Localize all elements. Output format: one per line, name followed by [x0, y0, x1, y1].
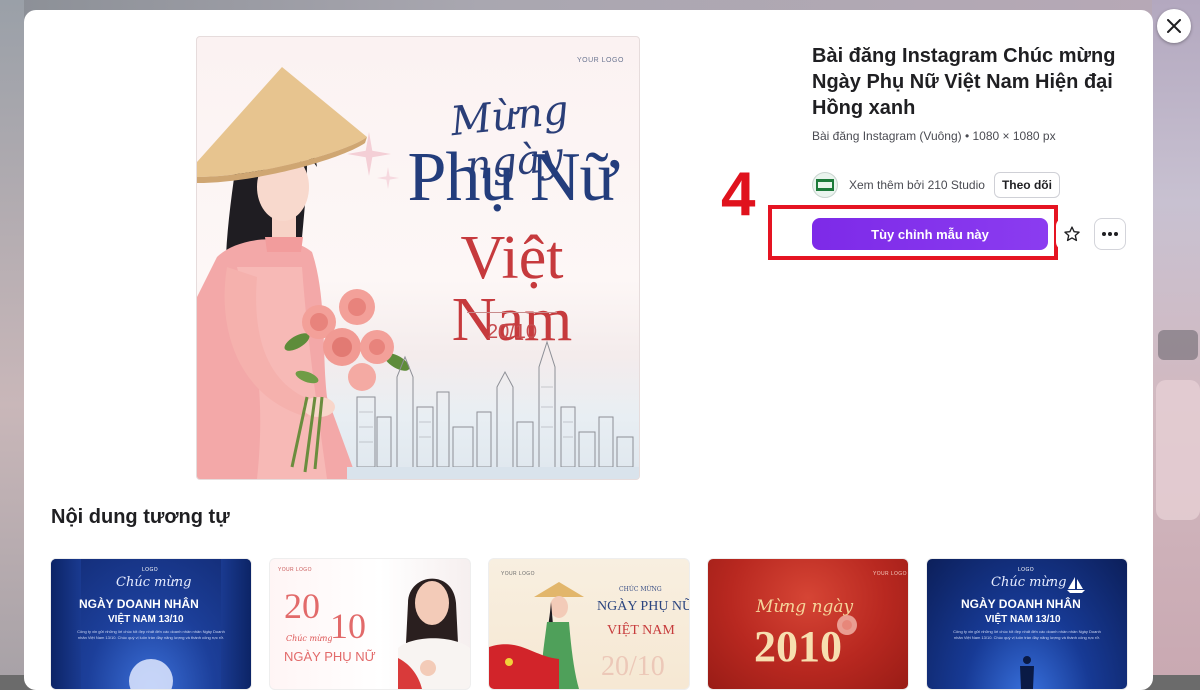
card-logo-text: LOGO — [1018, 567, 1035, 573]
curtain-right — [221, 559, 251, 689]
similar-template-card[interactable]: LOGO Chúc mừng NGÀY DOANH NHÂN VIỆT NAM … — [50, 558, 252, 690]
studio-logo-icon — [816, 179, 834, 191]
card-title-line1: NGÀY PHỤ NỮ — [597, 599, 690, 614]
similar-section-title: Nội dung tương tự — [51, 506, 230, 528]
backdrop-right-edge — [1152, 0, 1200, 675]
similar-template-card[interactable]: YOUR LOGO Mừng ngày 2010 — [707, 558, 909, 690]
card-script-text: Chúc mừng — [286, 634, 333, 643]
card-title-line3: 20/10 — [601, 651, 665, 682]
card-script-text: CHÚC MỪNG — [619, 586, 662, 593]
card-logo-text: LOGO — [142, 567, 159, 573]
card-title-line1: 2010 — [754, 622, 842, 671]
more-icon — [1102, 232, 1118, 236]
card-title-line2: VIỆT NAM 13/10 — [985, 614, 1061, 625]
curtain-left — [51, 559, 81, 689]
preview-logo-text: YOUR LOGO — [577, 57, 624, 64]
similar-template-card[interactable]: YOUR LOGO 20 10 Chúc mừng NGÀY PHỤ NỮ — [269, 558, 471, 690]
template-title: Bài đăng Instagram Chúc mừng Ngày Phụ Nữ… — [812, 45, 1116, 119]
close-icon — [1167, 19, 1181, 33]
star-icon — [1064, 226, 1080, 242]
template-meta: Bài đăng Instagram (Vuông) • 1080 × 1080… — [812, 129, 1056, 143]
woman-portrait-illustration — [398, 578, 470, 689]
similar-template-card[interactable]: LOGO Chúc mừng NGÀY DOANH NHÂN VIỆT NAM … — [926, 558, 1128, 690]
card-script-text: Chúc mừng — [991, 575, 1067, 590]
sailboat-icon — [1067, 577, 1085, 593]
card-title-line3: NGÀY PHỤ NỮ — [284, 649, 376, 664]
preview-date: 20/10 — [486, 321, 538, 343]
card-title-line2: VIỆT NAM 13/10 — [108, 614, 184, 625]
card-body-text: Công ty xin gửi những lời chúc tốt đẹp n… — [953, 629, 1101, 640]
preview-divider — [467, 312, 557, 313]
template-preview[interactable]: YOUR LOGO Mừng ngày Phụ Nữ Việt Nam 20/1… — [196, 36, 640, 480]
backdrop-left-edge — [0, 0, 24, 675]
follow-button[interactable]: Theo dõi — [993, 172, 1060, 198]
customize-template-button[interactable]: Tùy chỉnh mẫu này — [812, 218, 1048, 250]
card-logo-text: YOUR LOGO — [278, 567, 312, 573]
card-logo-text: YOUR LOGO — [873, 571, 907, 577]
favorite-button[interactable] — [1056, 218, 1088, 250]
creator-row: Xem thêm bởi 210 Studio Theo dõi — [812, 172, 1060, 198]
card-title-line1: NGÀY DOANH NHÂN — [79, 597, 199, 611]
backdrop-shape — [1156, 380, 1200, 520]
card-title-line2: VIỆT NAM — [607, 623, 675, 638]
close-button[interactable] — [1157, 9, 1191, 43]
card-title-line2: 10 — [330, 606, 366, 646]
woman-hat-illustration — [489, 582, 584, 689]
card-title-line1: 20 — [284, 586, 320, 626]
creator-link[interactable]: Xem thêm bởi 210 Studio — [849, 178, 985, 192]
step-number-annotation: 4 — [721, 160, 756, 229]
businessman-silhouette — [1020, 656, 1034, 689]
rose-icon — [837, 615, 857, 635]
creator-avatar[interactable] — [812, 172, 838, 198]
similar-template-card[interactable]: YOUR LOGO CHÚC MỪNG NGÀY PHỤ NỮ VIỆT NAM… — [488, 558, 690, 690]
card-title-line1: NGÀY DOANH NHÂN — [961, 597, 1081, 611]
preview-title-line1: Phụ Nữ — [407, 139, 618, 216]
skyline-illustration — [347, 340, 639, 479]
more-options-button[interactable] — [1094, 218, 1126, 250]
card-script-text: Chúc mừng — [116, 575, 192, 590]
backdrop-shape — [1158, 330, 1198, 360]
card-body-text: Công ty xin gửi những lời chúc tốt đẹp n… — [77, 629, 225, 640]
